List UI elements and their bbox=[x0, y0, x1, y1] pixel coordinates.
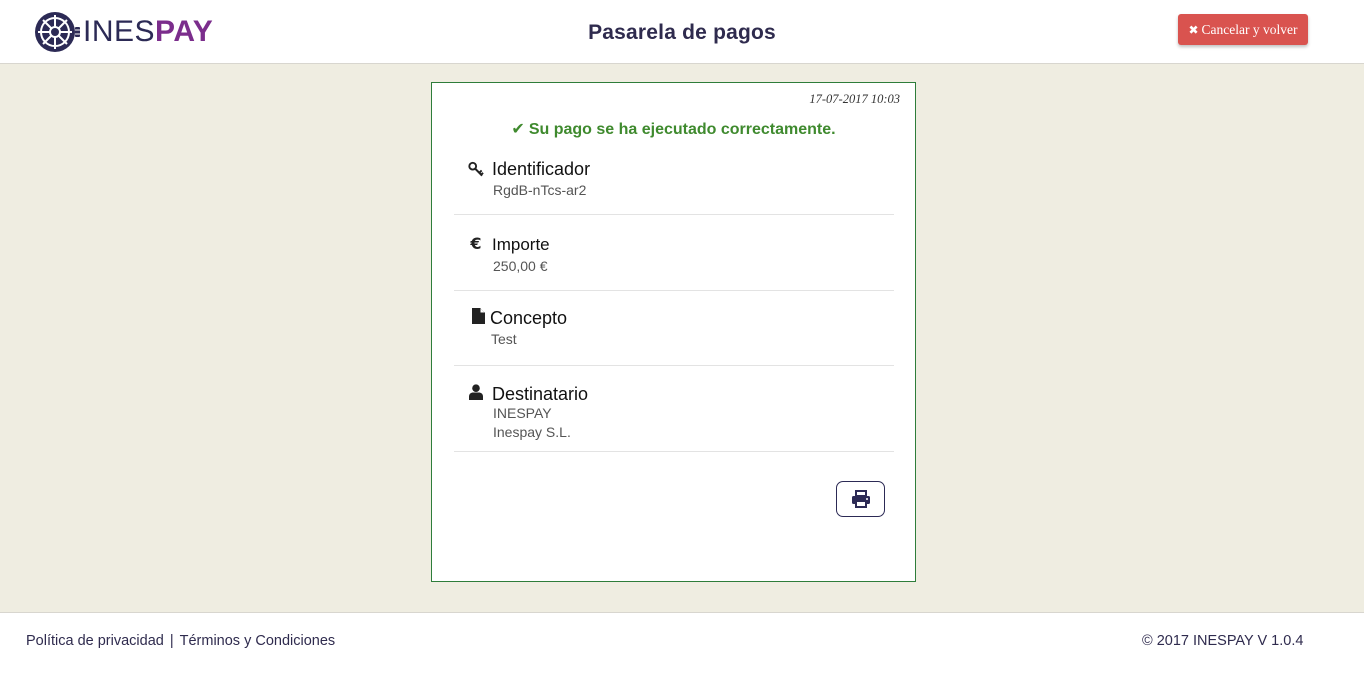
euro-icon: € bbox=[470, 233, 482, 253]
page-title: Pasarela de pagos bbox=[588, 21, 776, 44]
terms-link[interactable]: Términos y Condiciones bbox=[180, 633, 336, 649]
payment-date: 17-07-2017 10:03 bbox=[809, 92, 900, 106]
main-content: 17-07-2017 10:03 ✔ Su pago se ha ejecutad… bbox=[0, 64, 1364, 612]
key-icon bbox=[468, 161, 484, 177]
field-label: Destinatario bbox=[492, 384, 589, 404]
field-label: Identificador bbox=[492, 159, 591, 179]
field-importe: € Importe 250,00 € bbox=[454, 215, 894, 291]
payment-receipt-card: 17-07-2017 10:03 ✔ Su pago se ha ejecutad… bbox=[431, 82, 916, 582]
footer: Política de privacidad | Términos y Condic… bbox=[0, 612, 1364, 676]
success-message-text: Su pago se ha ejecutado correctamente. bbox=[528, 121, 836, 138]
field-value: Test bbox=[491, 331, 517, 347]
check-icon: ✔ bbox=[511, 119, 525, 138]
field-value: INESPAY Inespay S.L. bbox=[493, 404, 571, 442]
field-value: RgdB-nTcs-ar2 bbox=[493, 182, 587, 198]
field-label: Importe bbox=[492, 235, 550, 254]
header: INESPAY Pasarela de pagos ✖ Cancelar y v… bbox=[0, 0, 1364, 64]
cancel-and-return-button[interactable]: ✖ Cancelar y volver bbox=[1178, 14, 1308, 45]
footer-separator: | bbox=[169, 633, 174, 649]
privacy-policy-link[interactable]: Política de privacidad bbox=[26, 633, 164, 649]
cancel-button-label: Cancelar y volver bbox=[1201, 21, 1298, 37]
field-destinatario: Destinatario INESPAY Inespay S.L. bbox=[454, 366, 894, 452]
field-identificador: Identificador RgdB-nTcs-ar2 bbox=[454, 159, 894, 215]
recipient-name: INESPAY bbox=[493, 405, 552, 421]
user-icon bbox=[468, 384, 484, 400]
field-concepto: Concepto Test bbox=[454, 291, 894, 366]
file-icon bbox=[470, 308, 486, 324]
success-message: ✔ Su pago se ha ejecutado correctamente. bbox=[432, 119, 915, 139]
copyright-text: © 2017 INESPAY V 1.0.4 bbox=[1142, 633, 1304, 649]
print-icon bbox=[851, 490, 870, 508]
print-button[interactable] bbox=[836, 481, 885, 517]
close-icon: ✖ bbox=[1188, 22, 1199, 37]
recipient-company: Inespay S.L. bbox=[493, 424, 571, 440]
field-label: Concepto bbox=[490, 308, 568, 328]
footer-links: Política de privacidad | Términos y Condic… bbox=[26, 633, 335, 649]
field-value: 250,00 € bbox=[493, 258, 548, 274]
